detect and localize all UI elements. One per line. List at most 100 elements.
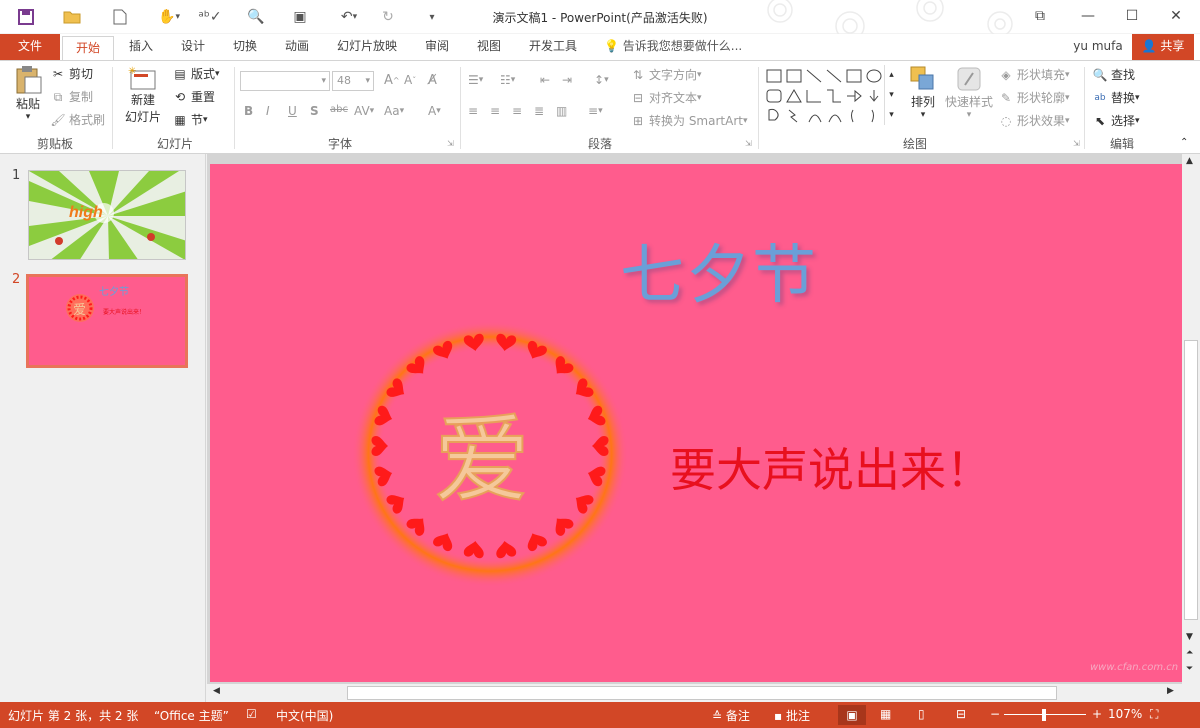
- grow-font-icon[interactable]: A ^: [384, 73, 400, 88]
- align-text-label: 对齐文本: [649, 91, 698, 105]
- decrease-indent-icon[interactable]: ⇤: [540, 73, 550, 87]
- scroll-up-icon[interactable]: ▲: [1186, 156, 1193, 166]
- horizontal-scroll-thumb[interactable]: [347, 686, 1057, 700]
- ribbon-display-icon[interactable]: ⧉: [1018, 0, 1062, 32]
- notes-button[interactable]: ≙ 备注: [712, 707, 750, 724]
- tab-view[interactable]: 视图: [468, 34, 510, 60]
- zoom-in-icon[interactable]: +: [1092, 707, 1102, 721]
- share-button[interactable]: 👤 共享: [1132, 34, 1194, 60]
- shape-outline-button[interactable]: ✎ 形状轮廓 ▾: [998, 89, 1070, 106]
- minimize-icon[interactable]: —: [1066, 0, 1110, 32]
- align-left-icon[interactable]: ≡: [468, 104, 478, 118]
- tab-insert[interactable]: 插入: [120, 34, 162, 60]
- cut-button[interactable]: ✂ 剪切: [50, 65, 93, 82]
- font-size-combo[interactable]: 48 ▾: [332, 71, 374, 91]
- shapes-scroll[interactable]: ▴ ▾ ▾: [884, 65, 898, 125]
- user-name[interactable]: yu mufa: [1068, 34, 1128, 60]
- clear-format-icon[interactable]: A̸: [428, 73, 437, 88]
- close-icon[interactable]: ✕: [1154, 0, 1198, 32]
- arrange-button[interactable]: 排列 ▾: [906, 65, 940, 120]
- shapes-gallery[interactable]: [764, 67, 884, 127]
- replace-button[interactable]: ab 替换 ▾: [1092, 89, 1139, 106]
- new-slide-button[interactable]: ✳ 新建 幻灯片: [120, 65, 166, 125]
- slide-subtitle[interactable]: 要大声说出来！: [670, 434, 992, 500]
- bullets-icon[interactable]: ☰ ▾: [468, 73, 483, 87]
- find-button[interactable]: 🔍 查找: [1092, 66, 1136, 83]
- slide-sorter-icon[interactable]: ▦: [880, 707, 891, 721]
- paragraph-more-icon[interactable]: ≡ ▾: [588, 104, 603, 118]
- scroll-down-icon[interactable]: ▼: [1186, 632, 1193, 642]
- tab-review[interactable]: 审阅: [416, 34, 458, 60]
- tab-file[interactable]: 文件: [0, 34, 60, 60]
- comments-button[interactable]: ▪ 批注: [774, 707, 810, 724]
- reading-view-icon[interactable]: ▯: [918, 707, 925, 721]
- smartart-button[interactable]: ⊞ 转换为 SmartArt ▾: [630, 112, 748, 129]
- scroll-right-icon[interactable]: ▶: [1167, 686, 1174, 696]
- reset-icon: ⟲: [174, 89, 186, 104]
- paragraph-dialog-launcher-icon[interactable]: ⇲: [745, 139, 752, 148]
- vertical-scroll-thumb[interactable]: [1184, 340, 1198, 620]
- tab-transitions[interactable]: 切换: [224, 34, 266, 60]
- clipboard-icon: [16, 66, 42, 94]
- zoom-level[interactable]: 107%: [1108, 707, 1142, 721]
- tab-developer[interactable]: 开发工具: [522, 34, 584, 60]
- slideshow-icon[interactable]: ⊟: [956, 707, 966, 721]
- align-center-icon[interactable]: ≡: [490, 104, 500, 118]
- reset-button[interactable]: ⟲ 重置: [172, 88, 215, 105]
- slide-title[interactable]: 七夕节: [620, 224, 818, 316]
- current-slide[interactable]: 七夕节 爱 要大声说出来！ www.cfan.com.cn: [210, 164, 1182, 682]
- editing-group-label: 编辑: [1109, 137, 1134, 151]
- maximize-icon[interactable]: ☐: [1110, 0, 1154, 32]
- scroll-left-icon[interactable]: ◀: [213, 686, 220, 696]
- zoom-slider-thumb[interactable]: [1042, 709, 1046, 721]
- align-right-icon[interactable]: ≡: [512, 104, 522, 118]
- language[interactable]: 中文(中国): [276, 707, 333, 724]
- section-button[interactable]: ▦ 节 ▾: [172, 111, 207, 128]
- shape-fill-button[interactable]: ◈ 形状填充 ▾: [998, 66, 1069, 83]
- tab-design[interactable]: 设计: [172, 34, 214, 60]
- next-slide-icon[interactable]: ⏷: [1186, 664, 1193, 674]
- spellcheck-icon[interactable]: ☑: [246, 707, 257, 721]
- increase-indent-icon[interactable]: ⇥: [562, 73, 572, 87]
- tell-me-box[interactable]: 💡 告诉我您想要做什么...: [604, 34, 744, 60]
- format-painter-button[interactable]: 🖌 格式刷: [50, 111, 105, 128]
- char-spacing-icon[interactable]: AV ▾: [354, 104, 374, 118]
- slide-thumbnail-2[interactable]: 七夕节 爱 要大声说出来！: [26, 274, 188, 368]
- justify-icon[interactable]: ≣: [534, 104, 544, 118]
- drawing-dialog-launcher-icon[interactable]: ⇲: [1073, 139, 1080, 148]
- horizontal-scrollbar[interactable]: ◀ ▶: [207, 684, 1182, 702]
- font-color-icon[interactable]: A ▾: [428, 104, 441, 118]
- quick-styles-button[interactable]: 快速样式 ▾: [944, 65, 994, 120]
- underline-icon[interactable]: U: [288, 104, 297, 118]
- select-button[interactable]: ⬉ 选择 ▾: [1092, 112, 1140, 129]
- align-text-button[interactable]: ⊟ 对齐文本 ▾: [630, 89, 702, 106]
- slide-thumbnail-1[interactable]: high: [28, 170, 186, 260]
- vertical-scrollbar[interactable]: ▲ ▼ ⏶ ⏷: [1182, 154, 1200, 684]
- collapse-ribbon-icon[interactable]: ⌃: [1180, 137, 1188, 148]
- tab-animations[interactable]: 动画: [276, 34, 318, 60]
- numbering-icon[interactable]: ☷ ▾: [500, 73, 515, 87]
- line-spacing-icon[interactable]: ↕ ▾: [594, 73, 609, 87]
- paste-button[interactable]: 粘贴 ▾: [8, 65, 48, 125]
- prev-slide-icon[interactable]: ⏶: [1186, 648, 1193, 658]
- shrink-font-icon[interactable]: Aˇ: [404, 73, 416, 87]
- fit-slide-icon[interactable]: ⛶: [1150, 707, 1158, 722]
- zoom-out-icon[interactable]: −: [990, 707, 1000, 721]
- copy-button[interactable]: ⧉ 复制: [50, 88, 93, 105]
- columns-icon[interactable]: ▥: [556, 104, 567, 118]
- font-dialog-launcher-icon[interactable]: ⇲: [447, 139, 454, 148]
- shape-effects-button[interactable]: ◌ 形状效果 ▾: [998, 112, 1070, 129]
- bold-icon[interactable]: B: [244, 104, 253, 118]
- strikethrough-icon[interactable]: abc: [330, 104, 348, 115]
- shadow-icon[interactable]: S: [310, 104, 319, 118]
- tab-slideshow[interactable]: 幻灯片放映: [334, 34, 400, 60]
- normal-view-icon[interactable]: ▣: [838, 705, 866, 725]
- change-case-icon[interactable]: Aa ▾: [384, 104, 404, 118]
- slide-counter: 幻灯片 第 2 张，共 2 张: [8, 709, 139, 723]
- layout-button[interactable]: ▤ 版式 ▾: [172, 65, 219, 82]
- font-name-combo[interactable]: ▾: [240, 71, 330, 91]
- tab-home[interactable]: 开始: [62, 36, 114, 60]
- italic-icon[interactable]: I: [266, 104, 270, 118]
- text-direction-button[interactable]: ⇅ 文字方向 ▾: [630, 66, 702, 83]
- slide-center-char[interactable]: 爱: [433, 382, 531, 521]
